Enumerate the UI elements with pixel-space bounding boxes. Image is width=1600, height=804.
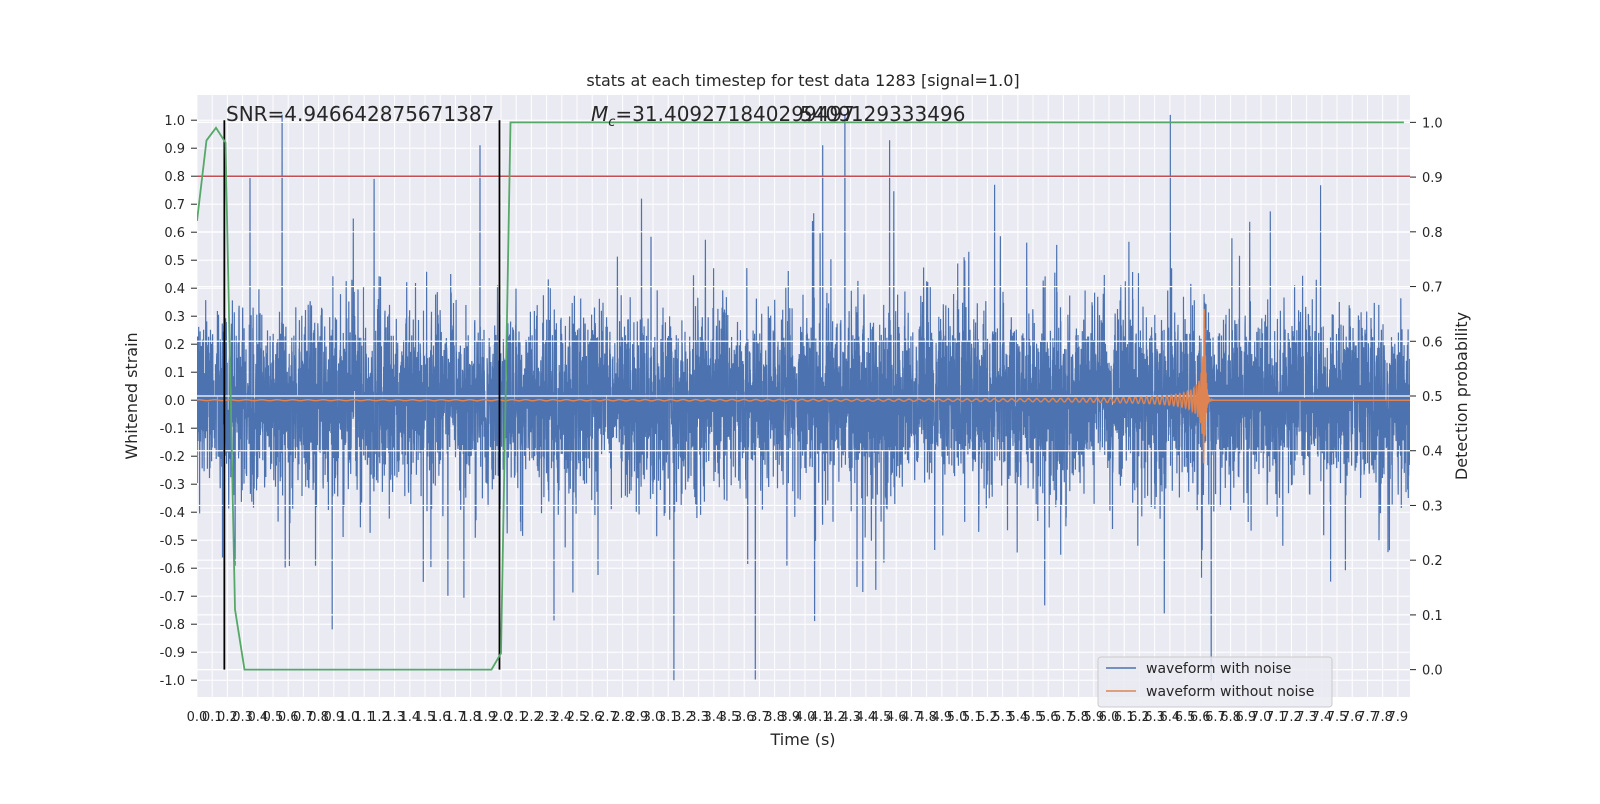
right-y-tick-label: 0.7 (1422, 281, 1443, 296)
right-y-tick-label: 0.0 (1422, 664, 1443, 679)
y-tick-label: -1.0 (160, 674, 185, 689)
legend: waveform with noise waveform without noi… (1097, 656, 1333, 708)
y-tick-label: -0.8 (160, 618, 185, 633)
legend-label-clean: waveform without noise (1146, 684, 1314, 700)
y-tick-label: -0.2 (160, 450, 185, 465)
chart-title: stats at each timestep for test data 128… (586, 71, 1019, 90)
y-tick-label: 1.0 (164, 114, 185, 129)
right-y-tick-label: 0.5 (1422, 390, 1443, 405)
x-axis-label: Time (s) (769, 730, 835, 749)
y-tick-label: -0.5 (160, 534, 185, 549)
y-tick-label: -0.4 (160, 506, 185, 521)
y-tick-label: 0.7 (164, 198, 185, 213)
y-axis-ticks: -1.0 -0.9 -0.8 -0.7 -0.6 -0.5 -0.4 -0.3 -0.2 -0.1… (160, 114, 197, 689)
right-y-tick-label: 0.1 (1422, 609, 1443, 624)
overlapping-annotation: 5409129333496 (800, 102, 965, 126)
y-axis-label: Whitened strain (122, 332, 141, 459)
right-y-tick-label: 0.8 (1422, 226, 1443, 241)
legend-label-noise: waveform with noise (1146, 661, 1291, 677)
y-tick-label: 0.5 (164, 254, 185, 269)
y-tick-label: -0.6 (160, 562, 185, 577)
y-tick-label: 0.3 (164, 310, 185, 325)
y-tick-label: -0.3 (160, 478, 185, 493)
y-tick-label: 0.6 (164, 226, 185, 241)
y-tick-label: 0.2 (164, 338, 185, 353)
right-y-tick-label: 0.2 (1422, 554, 1443, 569)
y-tick-label: -0.9 (160, 646, 185, 661)
y-tick-label: -0.1 (160, 422, 185, 437)
chart: 0.00.10.20.30.40.50.60.70.80.91.01.11.21… (122, 71, 1471, 749)
mc-symbol: M (591, 102, 608, 126)
y-tick-label: 0.4 (164, 282, 185, 297)
y-tick-label: 0.8 (164, 170, 185, 185)
right-y-axis-label: Detection probability (1452, 312, 1471, 480)
y-tick-label: -0.7 (160, 590, 185, 605)
right-y-tick-label: 1.0 (1422, 116, 1443, 131)
y-tick-label: 0.9 (164, 142, 185, 157)
right-y-tick-label: 0.9 (1422, 171, 1443, 186)
right-y-axis-ticks: 0.0 0.1 0.2 0.3 0.4 0.5 0.6 0.7 0.8 0.9 1.0 (1410, 116, 1443, 679)
snr-annotation: SNR=4.946642875671387 (226, 102, 494, 126)
right-y-tick-label: 0.4 (1422, 445, 1443, 460)
right-y-tick-label: 0.3 (1422, 499, 1443, 514)
mc-subscript: c (608, 115, 615, 130)
right-y-tick-label: 0.6 (1422, 335, 1443, 350)
y-tick-label: 0.0 (164, 394, 185, 409)
x-tick-label: 7.9 (1387, 710, 1408, 725)
x-axis-ticks: 0.00.10.20.30.40.50.60.70.80.91.01.11.21… (187, 710, 1409, 725)
y-tick-label: 0.1 (164, 366, 185, 381)
